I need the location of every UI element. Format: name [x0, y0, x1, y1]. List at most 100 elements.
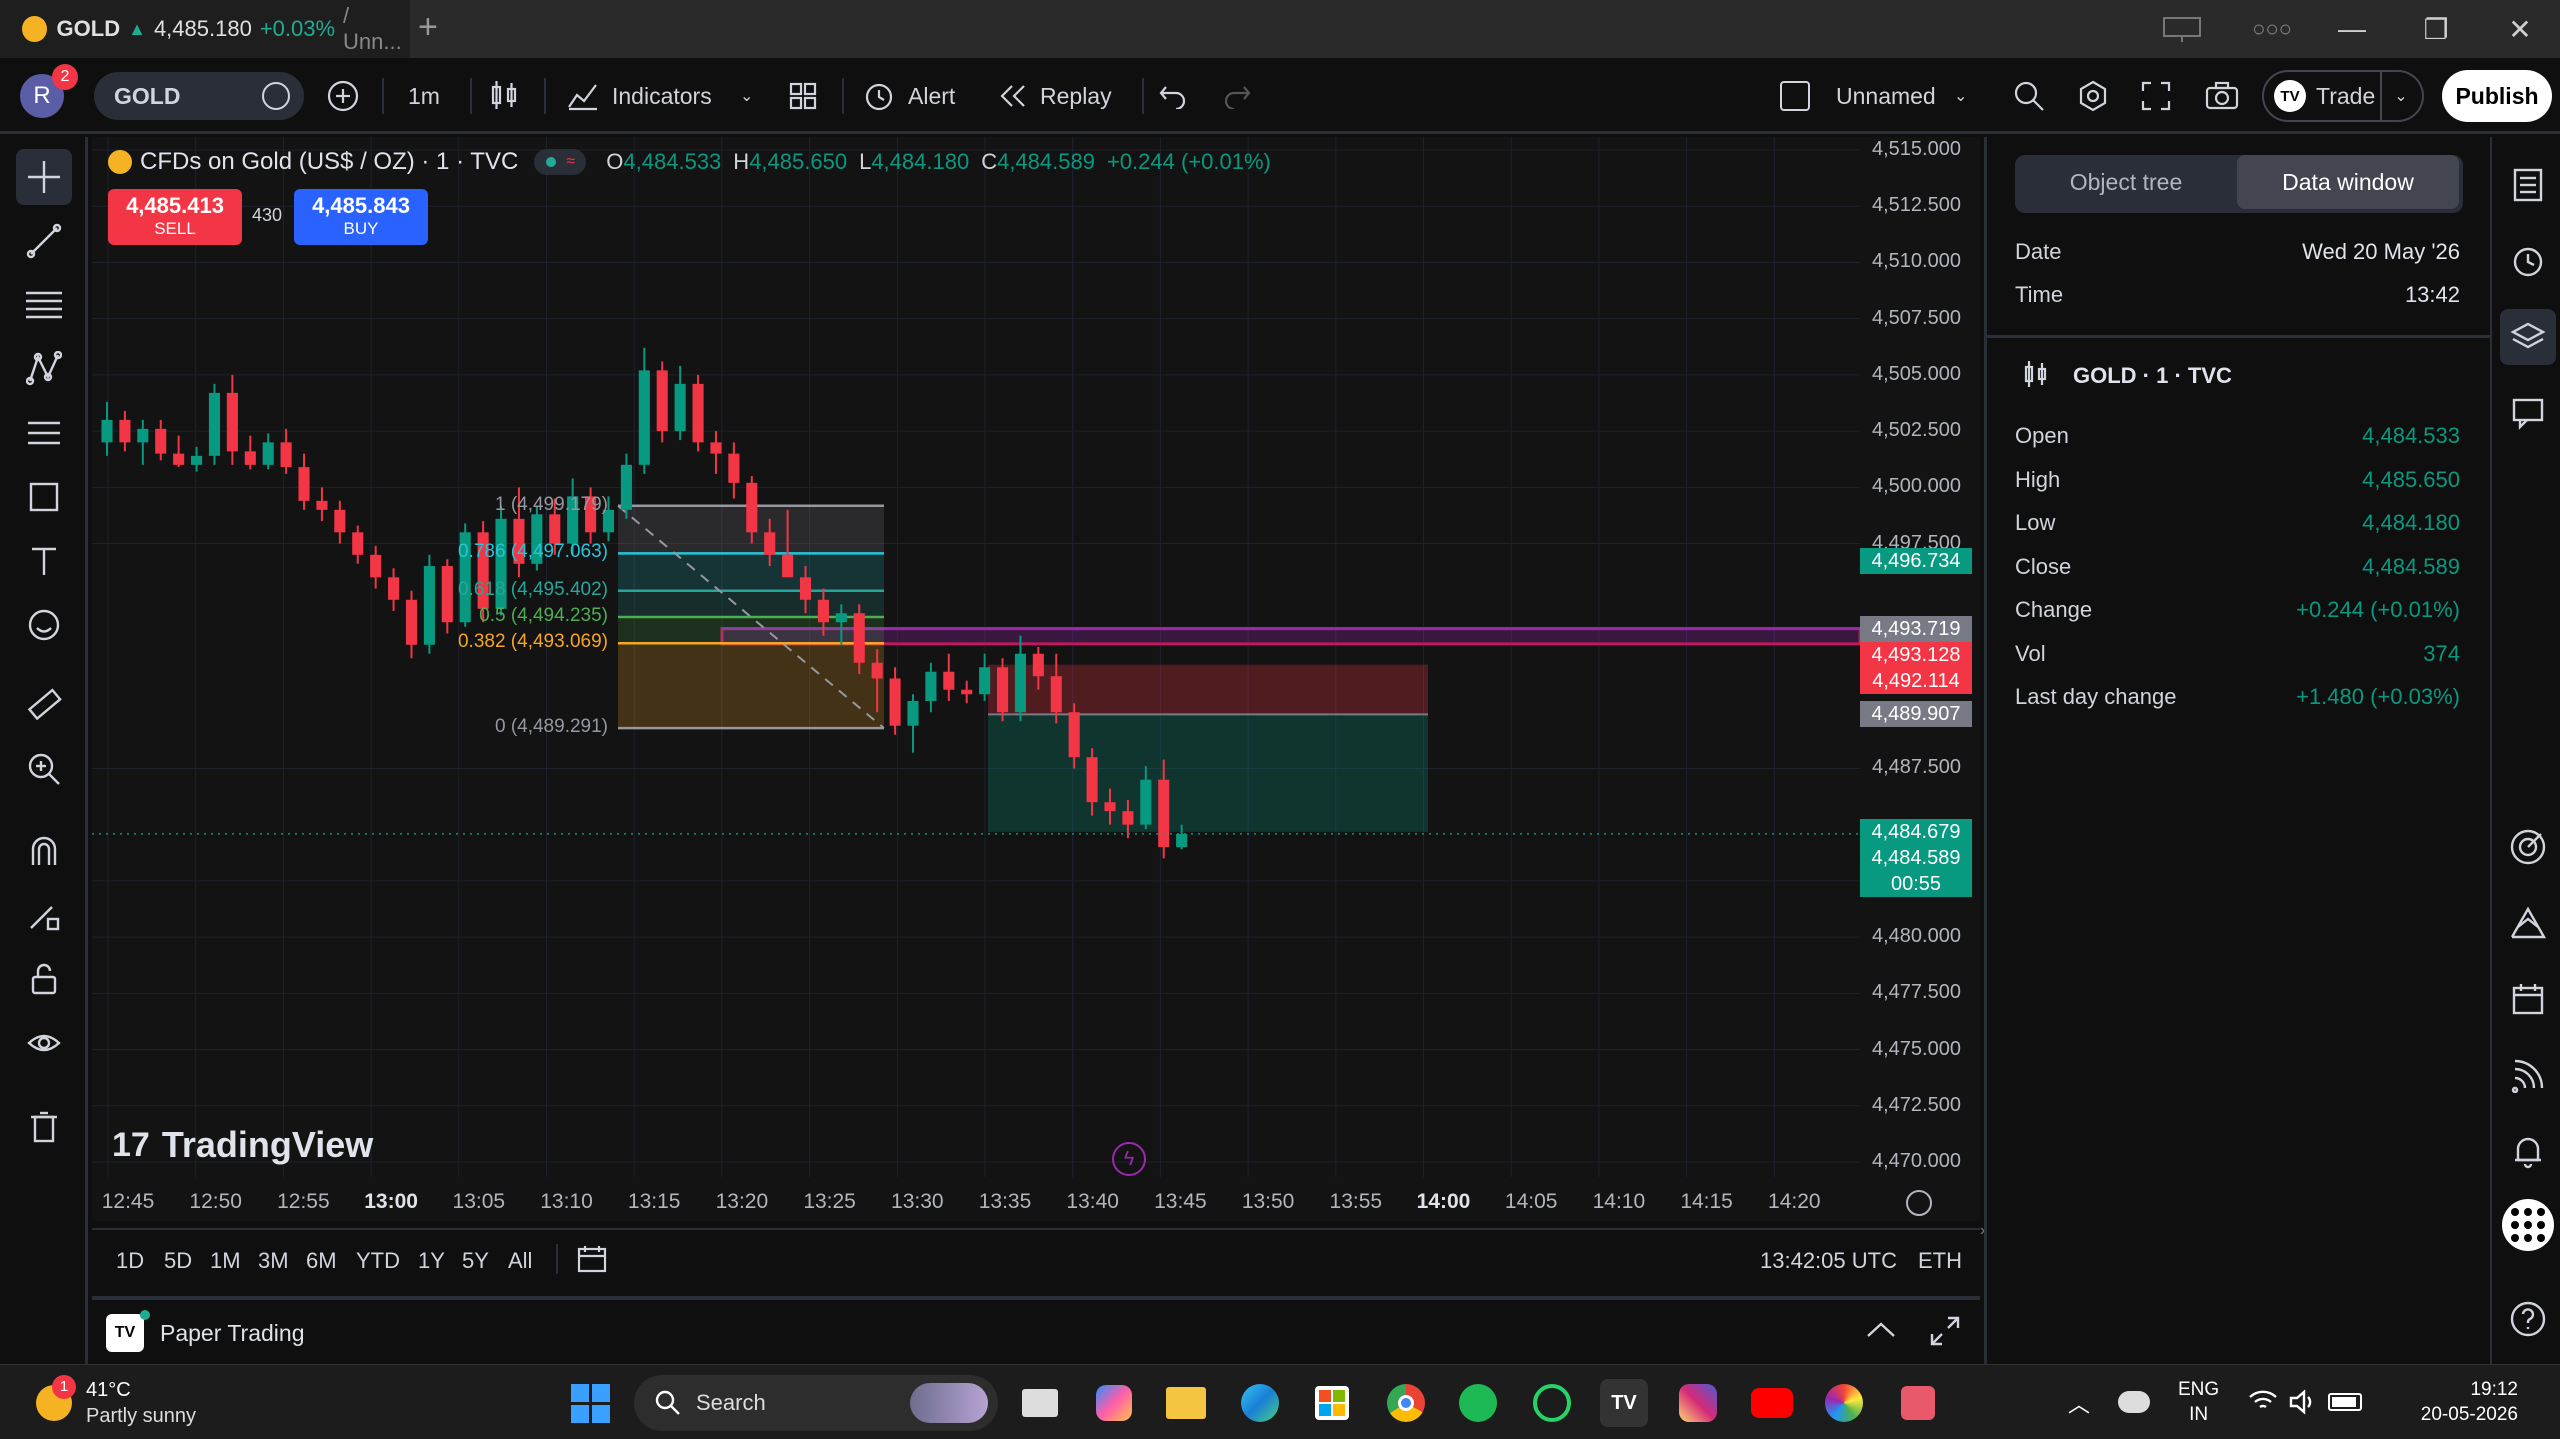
screen-icon[interactable] — [2142, 0, 2222, 58]
range-all[interactable]: All — [508, 1248, 532, 1274]
edge-icon[interactable] — [1236, 1379, 1284, 1427]
minimize-icon[interactable]: — — [2312, 0, 2392, 58]
whatsapp-icon[interactable] — [1528, 1379, 1576, 1427]
eye-icon[interactable] — [16, 1015, 72, 1071]
range-6m[interactable]: 6M — [306, 1248, 337, 1274]
legend-title[interactable]: CFDs on Gold (US$ / OZ) · 1 · TVC — [140, 148, 518, 176]
replay-button[interactable]: Replay — [998, 58, 1112, 134]
notifications-icon[interactable] — [2500, 1123, 2556, 1179]
scale-settings-icon[interactable] — [1906, 1190, 1932, 1216]
copilot-icon[interactable] — [1090, 1379, 1138, 1427]
candlestick-chart[interactable] — [92, 137, 1980, 1221]
more-icon[interactable]: ○○○ — [2232, 0, 2312, 58]
language-indicator[interactable]: ENG IN — [2178, 1377, 2219, 1427]
start-button[interactable] — [566, 1379, 614, 1427]
draw-mode-icon[interactable] — [16, 887, 72, 943]
alerts-clock-icon[interactable] — [2500, 233, 2556, 289]
utc-clock[interactable]: 13:42:05 UTC — [1760, 1248, 1897, 1274]
store-icon[interactable] — [1308, 1379, 1356, 1427]
calendar-icon[interactable] — [2500, 971, 2556, 1027]
buy-button[interactable]: 4,485.843 BUY — [294, 189, 428, 245]
range-1d[interactable]: 1D — [116, 1248, 144, 1274]
layers-icon[interactable] — [2500, 309, 2556, 365]
task-view-icon[interactable] — [1016, 1379, 1064, 1427]
chat-icon[interactable] — [2500, 385, 2556, 441]
color-app-icon[interactable] — [1820, 1379, 1868, 1427]
layout-dropdown-icon[interactable]: ⌄ — [1954, 58, 1967, 134]
alert-button[interactable]: Alert — [862, 58, 955, 134]
file-explorer-icon[interactable] — [1162, 1379, 1210, 1427]
avatar[interactable]: R 2 — [20, 58, 78, 134]
onedrive-icon[interactable] — [2118, 1391, 2150, 1413]
paper-trading-bar[interactable]: TV Paper Trading — [92, 1296, 1980, 1364]
spotify-icon[interactable] — [1454, 1379, 1502, 1427]
ruler-icon[interactable] — [16, 677, 72, 733]
settings-icon[interactable] — [2076, 58, 2110, 134]
restore-icon[interactable]: ❐ — [2396, 0, 2476, 58]
range-5y[interactable]: 5Y — [462, 1248, 489, 1274]
collapse-panel-icon[interactable] — [1864, 1314, 1898, 1353]
apps-grid-icon[interactable] — [2500, 1197, 2556, 1253]
fullscreen-icon[interactable] — [2140, 58, 2172, 134]
range-3m[interactable]: 3M — [258, 1248, 289, 1274]
candle-type-icon[interactable] — [488, 58, 520, 134]
volume-icon[interactable] — [2288, 1389, 2318, 1420]
range-1y[interactable]: 1Y — [418, 1248, 445, 1274]
indicators-button[interactable]: Indicators — [566, 58, 712, 134]
new-tab-button[interactable]: + — [418, 8, 438, 47]
help-icon[interactable] — [2500, 1291, 2556, 1347]
trade-dropdown-icon[interactable]: ⌄ — [2380, 70, 2424, 122]
youtube-icon[interactable] — [1748, 1379, 1796, 1427]
lock-icon[interactable] — [16, 951, 72, 1007]
publish-button[interactable]: Publish — [2442, 70, 2552, 122]
layouts-icon[interactable] — [788, 58, 818, 134]
range-ytd[interactable]: YTD — [356, 1248, 400, 1274]
wifi-icon[interactable] — [2248, 1389, 2278, 1418]
indicators-dropdown-icon[interactable]: ⌄ — [740, 58, 753, 134]
camera-icon[interactable] — [2204, 58, 2240, 134]
show-hidden-icons[interactable]: ︿ — [2068, 1387, 2090, 1419]
zoom-in-icon[interactable] — [16, 741, 72, 797]
trade-button[interactable]: TV Trade — [2262, 70, 2382, 122]
streams-icon[interactable] — [2500, 1047, 2556, 1103]
fib-retracement-icon[interactable] — [16, 277, 72, 333]
lightning-icon[interactable]: ϟ — [1112, 1142, 1146, 1176]
target-icon[interactable] — [2500, 819, 2556, 875]
close-icon[interactable]: ✕ — [2480, 0, 2560, 58]
weather-widget[interactable]: 1 41°C Partly sunny — [30, 1375, 230, 1431]
instagram-icon[interactable] — [1674, 1379, 1722, 1427]
emoji-icon[interactable] — [16, 597, 72, 653]
undo-icon[interactable] — [1158, 58, 1188, 134]
layout-name[interactable]: Unnamed — [1836, 58, 1936, 134]
tab-data-window[interactable]: Data window — [2237, 155, 2459, 209]
pattern-icon[interactable] — [16, 341, 72, 397]
tradingview-taskbar-icon[interactable]: TV — [1600, 1379, 1648, 1427]
trash-icon[interactable] — [16, 1099, 72, 1155]
crosshair-icon[interactable] — [16, 149, 72, 205]
sell-button[interactable]: 4,485.413 SELL — [108, 189, 242, 245]
symbol-search-input[interactable]: GOLD — [94, 72, 304, 120]
trend-line-icon[interactable] — [16, 213, 72, 269]
browser-tab[interactable]: GOLD ▲ 4,485.180 +0.03% / Unn... — [0, 0, 410, 58]
watchlist-icon[interactable] — [2500, 157, 2556, 213]
add-symbol-icon[interactable] — [326, 58, 360, 134]
battery-icon[interactable] — [2328, 1393, 2362, 1411]
forecasting-icon[interactable] — [16, 405, 72, 461]
redo-icon[interactable] — [1222, 58, 1252, 134]
quick-search-icon[interactable] — [2012, 58, 2046, 134]
text-icon[interactable] — [16, 533, 72, 589]
range-5d[interactable]: 5D — [164, 1248, 192, 1274]
ideas-icon[interactable] — [2500, 895, 2556, 951]
session-toggle[interactable]: ETH — [1918, 1248, 1962, 1274]
maximize-panel-icon[interactable] — [1928, 1314, 1962, 1353]
taskbar-search[interactable]: Search — [634, 1375, 998, 1431]
snipping-tool-icon[interactable] — [1894, 1379, 1942, 1427]
tab-object-tree[interactable]: Object tree — [2019, 155, 2233, 209]
chrome-icon[interactable] — [1382, 1379, 1430, 1427]
calendar-icon[interactable] — [576, 1244, 608, 1279]
magnet-icon[interactable] — [16, 823, 72, 879]
system-clock[interactable]: 19:12 20-05-2026 — [2382, 1377, 2518, 1427]
interval-button[interactable]: 1m — [408, 58, 440, 134]
range-1m[interactable]: 1M — [210, 1248, 241, 1274]
layout-checkbox[interactable] — [1780, 58, 1810, 134]
